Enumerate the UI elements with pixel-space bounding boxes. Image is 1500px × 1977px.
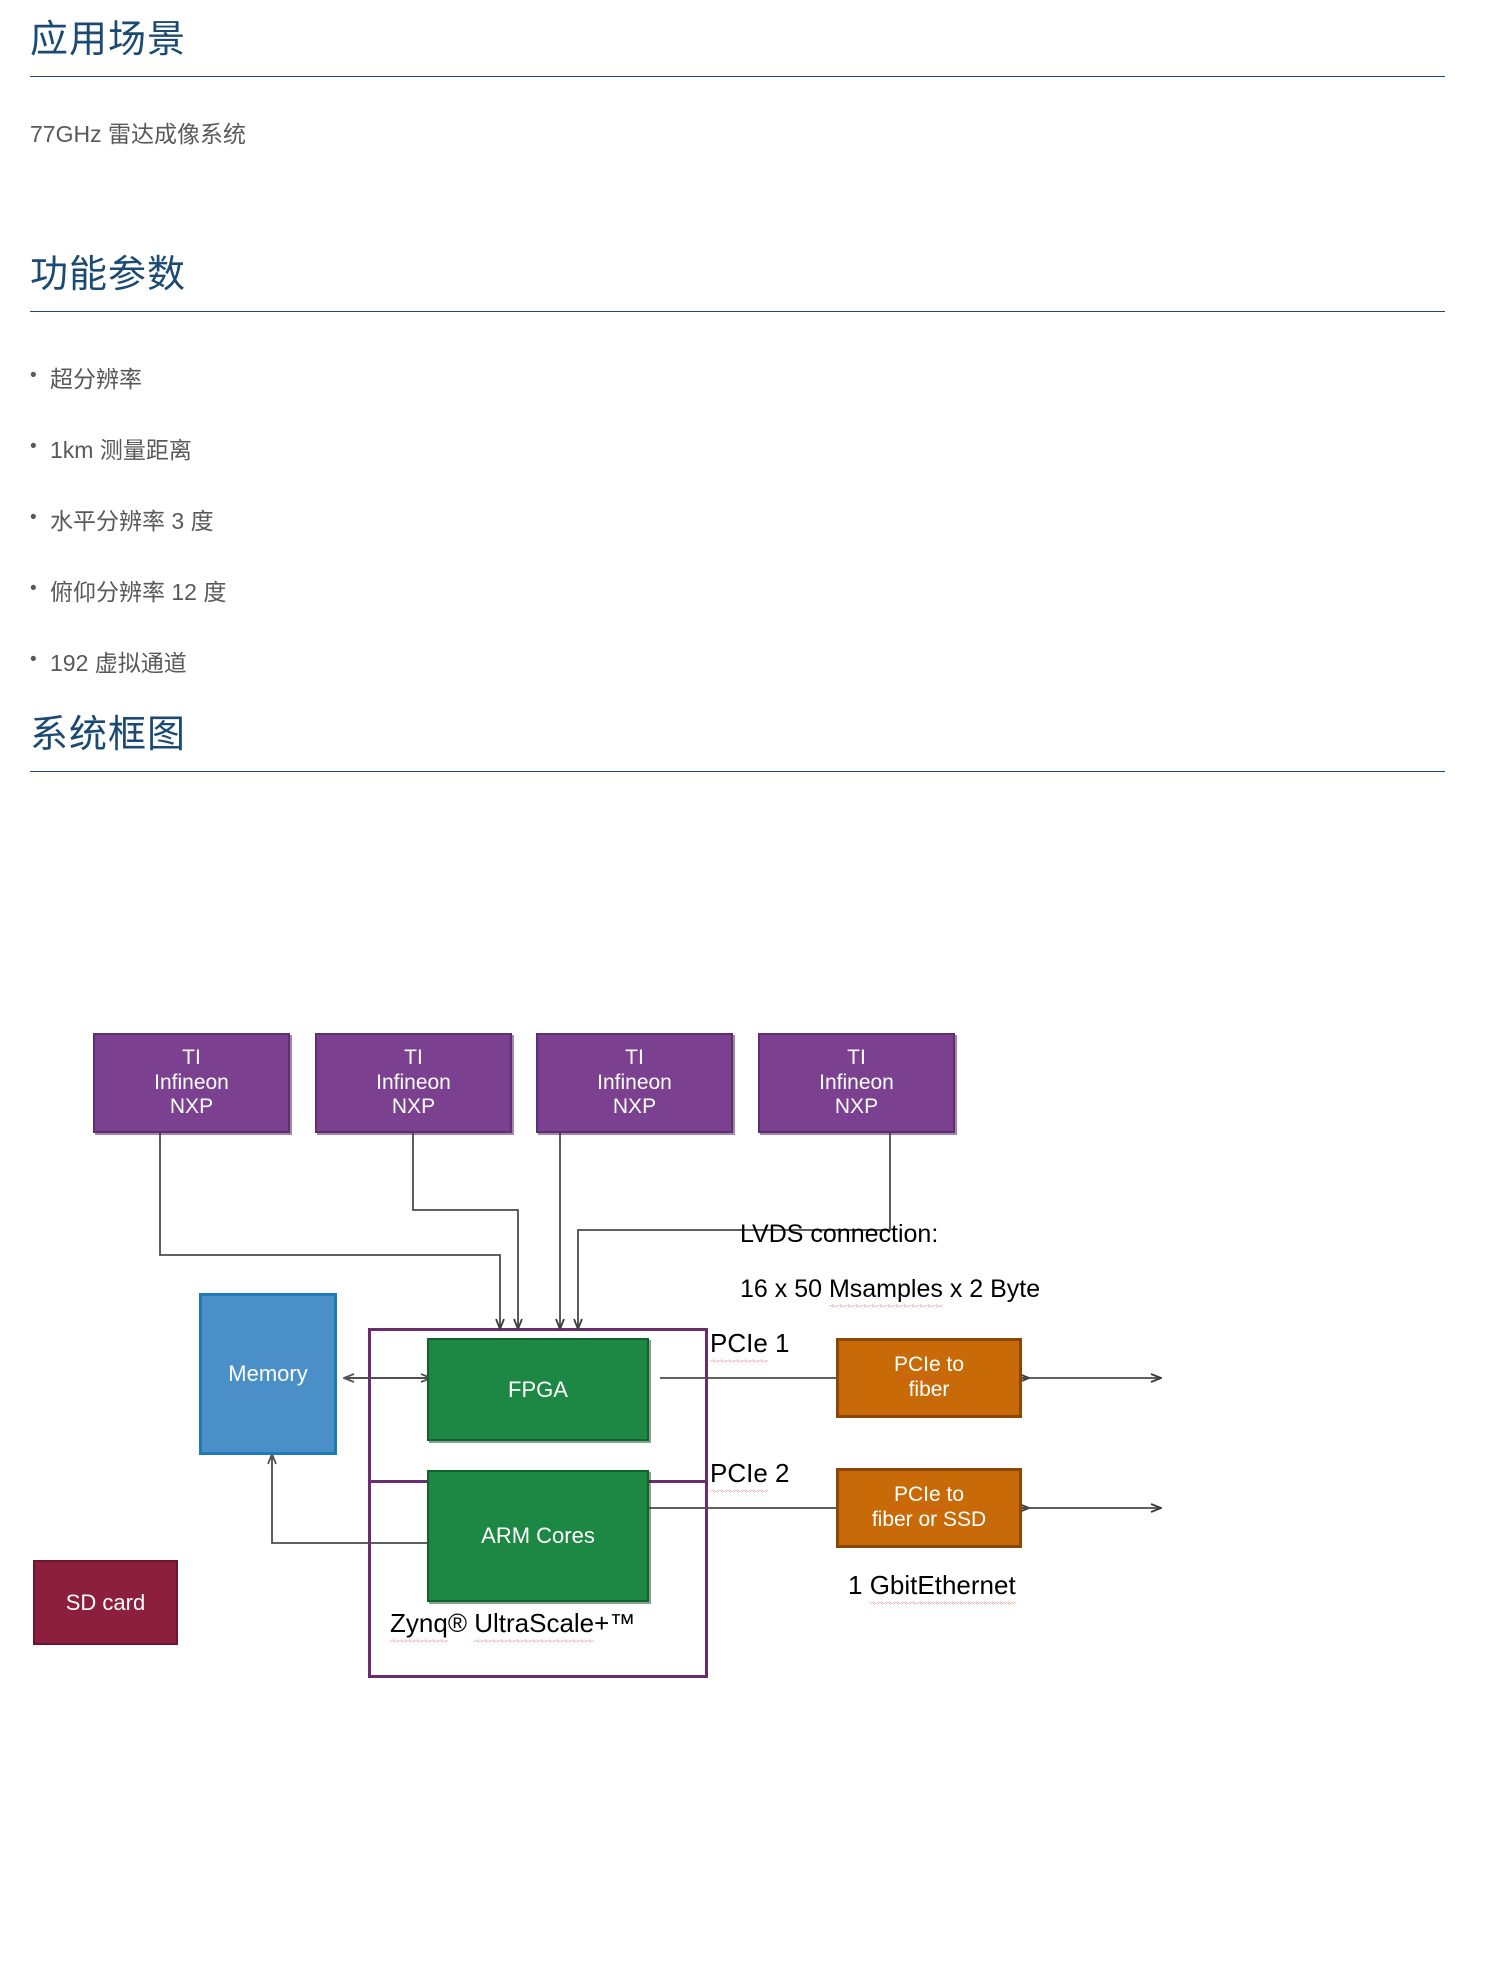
pcie-ssd-to-word: to — [940, 1483, 965, 1507]
lvds-rate-label: 16 x 50 Msamples x 2 Byte — [740, 1275, 1041, 1308]
memory-block: Memory — [199, 1293, 337, 1455]
sensor-3-line3: NXP — [612, 1095, 657, 1119]
arm-cores-label: ARM Cores — [481, 1523, 595, 1549]
zynq-word: Zynq — [390, 1608, 448, 1643]
sensor-4-line2: Infineon — [819, 1070, 894, 1094]
fpga-block: FPGA — [427, 1338, 649, 1441]
ethernet-prefix: 1 — [848, 1570, 870, 1600]
sensor-2-line2: Infineon — [376, 1070, 451, 1094]
ethernet-link-label: 1 Gbit Ethernet — [848, 1570, 1016, 1605]
section-rule-application — [30, 75, 1445, 77]
sensor-box-4: TI Infineon NXP — [758, 1033, 955, 1133]
sensor-1-line3: NXP — [169, 1095, 214, 1119]
sensor-2-line1: TI — [404, 1045, 423, 1069]
list-item: 192 虚拟通道 — [30, 647, 1445, 679]
lvds-rate-prefix: 16 x 50 — [740, 1275, 829, 1303]
memory-label: Memory — [228, 1361, 308, 1387]
ultrascale-word: UltraScale — [474, 1608, 595, 1643]
pcie-1-link-label: PCIe 1 — [710, 1328, 790, 1363]
pcie-fiber-to-word: to — [940, 1353, 965, 1377]
lvds-rate-msamples: Msamples — [828, 1275, 943, 1308]
lvds-rate-suffix: x 2 Byte — [942, 1275, 1041, 1303]
sensor-3-line1: TI — [625, 1045, 644, 1069]
ethernet-gbit-word: Gbit — [869, 1570, 918, 1605]
sensor-4-line3: NXP — [834, 1095, 879, 1119]
zynq-ultrascale-caption: Zynq® UltraScale+™ — [390, 1608, 636, 1643]
lvds-connection-label: LVDS connection: — [740, 1220, 938, 1249]
page-root: 应用场景 77GHz 雷达成像系统 功能参数 超分辨率 1km 测量距离 水平分… — [0, 0, 1500, 1977]
sensor-4-line1: TI — [847, 1045, 866, 1069]
fpga-label: FPGA — [508, 1376, 568, 1402]
sensor-3-line2: Infineon — [597, 1070, 672, 1094]
pcie-ssd-pcie-word: PCIe — [893, 1483, 941, 1511]
system-block-diagram: TI Infineon NXP TI Infineon NXP TI Infin… — [0, 1000, 1500, 1678]
pcie-2-word: PCIe — [710, 1458, 768, 1493]
ultrascale-plus-tm: +™ — [594, 1608, 636, 1638]
ethernet-word: Ethernet — [917, 1570, 1016, 1605]
section-title-block-diagram: 系统框图 — [30, 714, 187, 756]
pcie-ssd-line2: fiber or SSD — [871, 1508, 987, 1531]
sensor-box-3: TI Infineon NXP — [536, 1033, 733, 1133]
zynq-registered-mark: ® — [447, 1608, 475, 1638]
sensor-box-1: TI Infineon NXP — [93, 1033, 290, 1133]
pcie-2-number: 2 — [767, 1458, 790, 1488]
section-block-diagram: 系统框图 — [30, 714, 1445, 772]
section-rule-specs — [30, 310, 1445, 312]
arm-cores-block: ARM Cores — [427, 1470, 649, 1602]
pcie-2-link-label: PCIe 2 — [710, 1458, 790, 1493]
pcie-to-fiber-block: PCIe to fiber — [836, 1338, 1022, 1418]
pcie-fiber-line1: PCIe to — [893, 1353, 965, 1381]
sd-card-label: SD card — [65, 1589, 146, 1615]
pcie-1-number: 1 — [767, 1328, 790, 1358]
section-rule-block-diagram — [30, 770, 1445, 772]
section-application: 应用场景 77GHz 雷达成像系统 — [30, 19, 1445, 151]
pcie-fiber-line2: fiber — [908, 1378, 950, 1401]
list-item: 俯仰分辨率 12 度 — [30, 576, 1445, 608]
section-specs: 功能参数 超分辨率 1km 测量距离 水平分辨率 3 度 俯仰分辨率 12 度 … — [30, 254, 1445, 719]
list-item: 1km 测量距离 — [30, 434, 1445, 466]
sensor-1-line1: TI — [182, 1045, 201, 1069]
sensor-1-line2: Infineon — [154, 1070, 229, 1094]
pcie-ssd-line1: PCIe to — [872, 1483, 986, 1511]
spec-bullet-list: 超分辨率 1km 测量距离 水平分辨率 3 度 俯仰分辨率 12 度 192 虚… — [30, 363, 1445, 679]
list-item: 超分辨率 — [30, 363, 1445, 395]
list-item: 水平分辨率 3 度 — [30, 505, 1445, 537]
sensor-2-line3: NXP — [391, 1095, 436, 1119]
pcie-1-word: PCIe — [710, 1328, 768, 1363]
sensor-box-2: TI Infineon NXP — [315, 1033, 512, 1133]
section-body-application: 77GHz 雷达成像系统 — [30, 120, 246, 147]
pcie-to-fiber-or-ssd-block: PCIe to fiber or SSD — [836, 1468, 1022, 1548]
section-title-application: 应用场景 — [30, 19, 187, 61]
sd-card-block: SD card — [33, 1560, 178, 1645]
section-title-specs: 功能参数 — [30, 254, 187, 296]
pcie-fiber-pcie-word: PCIe — [893, 1353, 941, 1381]
lvds-line-1: LVDS connection: — [740, 1220, 939, 1248]
